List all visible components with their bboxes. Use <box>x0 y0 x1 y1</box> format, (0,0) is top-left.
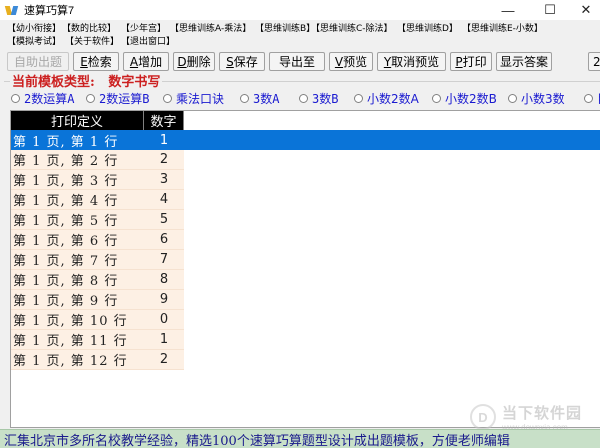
close-button[interactable]: ✕ <box>566 0 600 20</box>
search-button[interactable]: E 检索 <box>73 52 119 71</box>
table-row[interactable]: 第 1 页, 第 10 行0 <box>11 310 184 330</box>
radio-dot-icon <box>354 94 363 103</box>
cell-value[interactable]: 1 <box>144 330 184 350</box>
auto-generate-button[interactable]: 自助出题 <box>7 52 69 71</box>
cell-value[interactable]: 4 <box>144 190 184 210</box>
menu-item-thinking-e[interactable]: 【思维训练E-小数】 <box>462 21 543 34</box>
grid-header: 打印定义 数字 <box>11 111 184 130</box>
title-bar: 速算巧算7 — ☐ ✕ <box>0 0 600 20</box>
radio-decimal-3num[interactable]: 小数3数 <box>508 90 565 107</box>
radio-2num-b[interactable]: 2数运算B <box>86 90 149 107</box>
save-button[interactable]: S 保存 <box>219 52 265 71</box>
radio-dot-icon <box>86 94 95 103</box>
cell-label[interactable]: 第 1 页, 第 3 行 <box>11 170 144 190</box>
cancel-preview-button[interactable]: Y 取消预览 <box>377 52 446 71</box>
watermark-logo-icon: D <box>470 404 496 430</box>
export-button[interactable]: 导出至 <box>269 52 325 71</box>
table-row[interactable]: 第 1 页, 第 1 行1 <box>11 130 600 150</box>
window-title: 速算巧算7 <box>24 5 75 17</box>
table-row[interactable]: 第 1 页, 第 11 行1 <box>11 330 184 350</box>
show-answer-button[interactable]: 显示答案 <box>496 52 552 71</box>
menu-item-preschool[interactable]: 【幼小衔接】 <box>7 21 61 34</box>
cell-label[interactable]: 第 1 页, 第 8 行 <box>11 270 144 290</box>
cell-label[interactable]: 第 1 页, 第 2 行 <box>11 150 144 170</box>
cell-value[interactable]: 9 <box>144 290 184 310</box>
radio-2num-a[interactable]: 2数运算A <box>11 90 74 107</box>
menu-item-mock-exam[interactable]: 【模拟考试】 <box>7 34 61 47</box>
template-radio-group: 2数运算A 2数运算B 乘法口诀 3数A 3数B 小数2数A 小数2数B 小数3… <box>0 90 600 106</box>
overflow-button[interactable]: 2 <box>588 52 600 71</box>
radio-dot-icon <box>11 94 20 103</box>
menu-item-number-compare[interactable]: 【数的比较】 <box>62 21 116 34</box>
cell-label[interactable]: 第 1 页, 第 12 行 <box>11 350 144 370</box>
table-row[interactable]: 第 1 页, 第 12 行2 <box>11 350 184 370</box>
radio-dot-icon <box>299 94 308 103</box>
menu-item-thinking-d[interactable]: 【思维训练D】 <box>397 21 458 34</box>
radio-decimal-2num-b[interactable]: 小数2数B <box>432 90 497 107</box>
toolbar: 自助出题 E 检索 A 增加 D 删除 S 保存 导出至 V 预览 Y 取消预览 P 打印 显… <box>0 52 600 72</box>
table-row[interactable]: 第 1 页, 第 2 行2 <box>11 150 184 170</box>
radio-dot-icon <box>508 94 517 103</box>
cell-value[interactable]: 6 <box>144 230 184 250</box>
cell-value[interactable]: 7 <box>144 250 184 270</box>
app-logo-icon <box>4 4 19 16</box>
cell-value[interactable]: 0 <box>144 310 184 330</box>
radio-3num-b[interactable]: 3数B <box>299 90 338 107</box>
radio-3num-a[interactable]: 3数A <box>240 90 279 107</box>
cell-value[interactable]: 5 <box>144 210 184 230</box>
template-type-label: 当前模板类型: 数字书写 <box>10 71 163 90</box>
preview-button[interactable]: V 预览 <box>329 52 373 71</box>
radio-dot-icon <box>584 94 593 103</box>
cell-label[interactable]: 第 1 页, 第 7 行 <box>11 250 144 270</box>
table-row[interactable]: 第 1 页, 第 8 行8 <box>11 270 184 290</box>
table-row[interactable]: 第 1 页, 第 7 行7 <box>11 250 184 270</box>
cell-value[interactable]: 2 <box>144 150 184 170</box>
cell-label[interactable]: 第 1 页, 第 10 行 <box>11 310 144 330</box>
radio-more[interactable]: 巨 <box>584 90 600 107</box>
status-bar: 汇集北京市多所名校教学经验，精选100个速算巧算题型设计成出题模板，方便老师编辑 <box>0 429 600 448</box>
radio-multiplication[interactable]: 乘法口诀 <box>163 90 224 107</box>
menu-item-thinking-a[interactable]: 【思维训练A-乘法】 <box>170 21 251 34</box>
template-type-value: 数字书写 <box>108 75 161 90</box>
cell-value[interactable]: 8 <box>144 270 184 290</box>
menu-bar: 【幼小衔接】 【数的比较】 【少年宫】 【思维训练A-乘法】 【思维训练B】 【… <box>0 20 600 34</box>
radio-dot-icon <box>163 94 172 103</box>
cell-label[interactable]: 第 1 页, 第 1 行 <box>11 130 144 150</box>
table-row[interactable]: 第 1 页, 第 3 行3 <box>11 170 184 190</box>
radio-decimal-2num-a[interactable]: 小数2数A <box>354 90 419 107</box>
menu-item-youth-palace[interactable]: 【少年宫】 <box>121 21 166 34</box>
cell-label[interactable]: 第 1 页, 第 5 行 <box>11 210 144 230</box>
menu-item-exit[interactable]: 【退出窗口】 <box>121 34 175 47</box>
maximize-button[interactable]: ☐ <box>530 0 570 20</box>
watermark-name: 当下软件园 <box>502 405 583 422</box>
print-button[interactable]: P 打印 <box>450 52 492 71</box>
delete-button[interactable]: D 删除 <box>173 52 215 71</box>
cell-value[interactable]: 2 <box>144 350 184 370</box>
column-header-number[interactable]: 数字 <box>144 111 184 130</box>
add-button[interactable]: A 增加 <box>123 52 169 71</box>
table-row[interactable]: 第 1 页, 第 4 行4 <box>11 190 184 210</box>
column-header-print-definition[interactable]: 打印定义 <box>11 111 144 130</box>
menu-item-thinking-b[interactable]: 【思维训练B】 <box>255 21 315 34</box>
minimize-button[interactable]: — <box>488 0 528 20</box>
cell-value[interactable]: 3 <box>144 170 184 190</box>
menu-item-about[interactable]: 【关于软件】 <box>65 34 119 47</box>
table-row[interactable]: 第 1 页, 第 9 行9 <box>11 290 184 310</box>
menu-item-thinking-c[interactable]: 【思维训练C-除法】 <box>311 21 393 34</box>
cell-label[interactable]: 第 1 页, 第 6 行 <box>11 230 144 250</box>
data-grid[interactable]: 打印定义 数字 第 1 页, 第 1 行1 第 1 页, 第 2 行2 第 1 … <box>10 110 600 428</box>
cell-value[interactable]: 1 <box>144 130 184 150</box>
table-row[interactable]: 第 1 页, 第 5 行5 <box>11 210 184 230</box>
cell-label[interactable]: 第 1 页, 第 11 行 <box>11 330 144 350</box>
watermark: D 当下软件园 www.downxia.com <box>470 402 582 432</box>
cell-label[interactable]: 第 1 页, 第 4 行 <box>11 190 144 210</box>
radio-dot-icon <box>240 94 249 103</box>
radio-dot-icon <box>432 94 441 103</box>
table-row[interactable]: 第 1 页, 第 6 行6 <box>11 230 184 250</box>
cell-label[interactable]: 第 1 页, 第 9 行 <box>11 290 144 310</box>
